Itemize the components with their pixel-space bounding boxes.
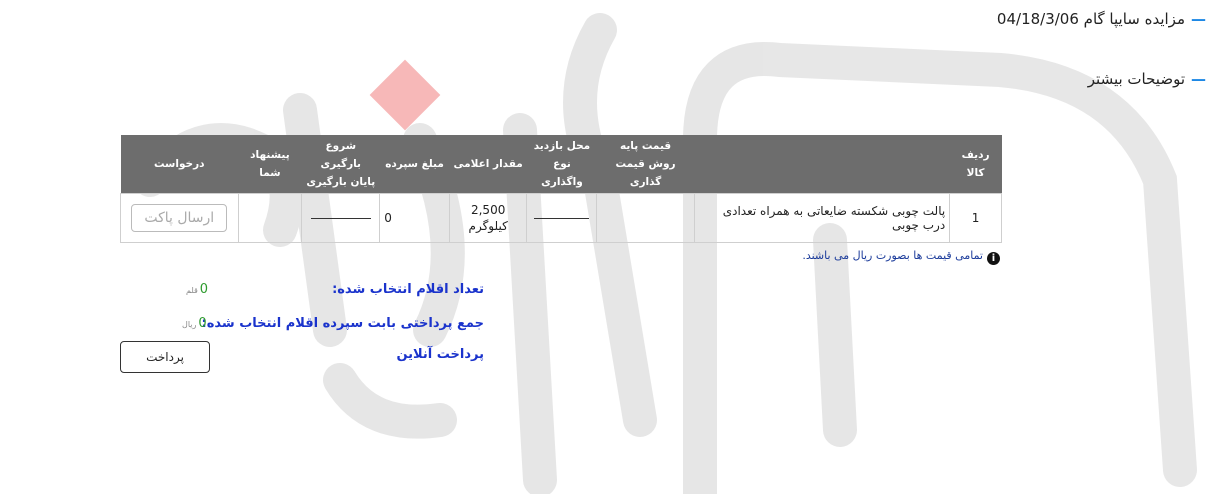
payment-total-label: جمع پرداختی بابت سپرده اقلام انتخاب شده: bbox=[201, 316, 484, 331]
col-deposit-header: مبلغ سپرده bbox=[379, 135, 450, 194]
col-row-header: ردیف کالا bbox=[949, 135, 1002, 194]
col-item-header bbox=[694, 135, 950, 194]
pay-button[interactable]: پرداخت bbox=[120, 341, 210, 373]
col-base-price-header: قیمت پایه روش قیمت گذاری bbox=[596, 135, 695, 194]
loading-cell bbox=[301, 193, 381, 243]
send-envelope-button[interactable]: ارسال پاکت bbox=[131, 204, 228, 232]
visit-place-cell bbox=[526, 193, 598, 243]
currency-note: iتمامی قیمت ها بصورت ریال می باشند. bbox=[802, 249, 1000, 265]
empty-value-line bbox=[534, 218, 590, 219]
offer-cell bbox=[237, 193, 303, 243]
col-loading-header: شروع بارگیری پایان بارگیری bbox=[301, 135, 380, 194]
auction-items-table: ردیف کالا قیمت پایه روش قیمت گذاری محل با… bbox=[120, 135, 1002, 243]
base-price-cell bbox=[596, 193, 695, 243]
row-number: 1 bbox=[949, 193, 1002, 243]
table-row: 1 پالت چوبی شکسته ضایعاتی به همراه تعداد… bbox=[120, 193, 1002, 243]
col-offer-header: پیشنهاد شما bbox=[238, 135, 302, 194]
info-icon: i bbox=[987, 252, 1000, 265]
col-visit-place-header: محل بازدید نوع واگذاری bbox=[526, 135, 597, 194]
col-qty-header: مقدار اعلامی bbox=[449, 135, 527, 194]
more-details-link[interactable]: —توضیحات بیشتر bbox=[1088, 70, 1206, 88]
dash-icon: — bbox=[1191, 70, 1206, 88]
online-payment-link[interactable]: پرداخت آنلاین bbox=[396, 347, 484, 362]
dash-icon: — bbox=[1191, 10, 1206, 28]
auction-title-link[interactable]: —مزایده سایپا گام 04/18/3/06 bbox=[997, 10, 1206, 28]
deposit-cell: 0 bbox=[379, 193, 450, 243]
item-name: پالت چوبی شکسته ضایعاتی به همراه تعدادی … bbox=[693, 193, 951, 243]
col-request-header: درخواست bbox=[120, 135, 239, 194]
request-cell: ارسال پاکت bbox=[120, 193, 239, 243]
payment-total-value: 0ریال bbox=[182, 316, 207, 331]
table-header-row: ردیف کالا قیمت پایه روش قیمت گذاری محل با… bbox=[120, 135, 1002, 194]
selected-items-value: 0قلم bbox=[186, 282, 209, 297]
selected-items-label: تعداد اقلام انتخاب شده: bbox=[332, 282, 484, 297]
watermark-logo bbox=[133, 13, 1197, 494]
qty-cell: 2,500 کیلوگرم bbox=[448, 193, 528, 243]
empty-value-line bbox=[310, 218, 371, 219]
